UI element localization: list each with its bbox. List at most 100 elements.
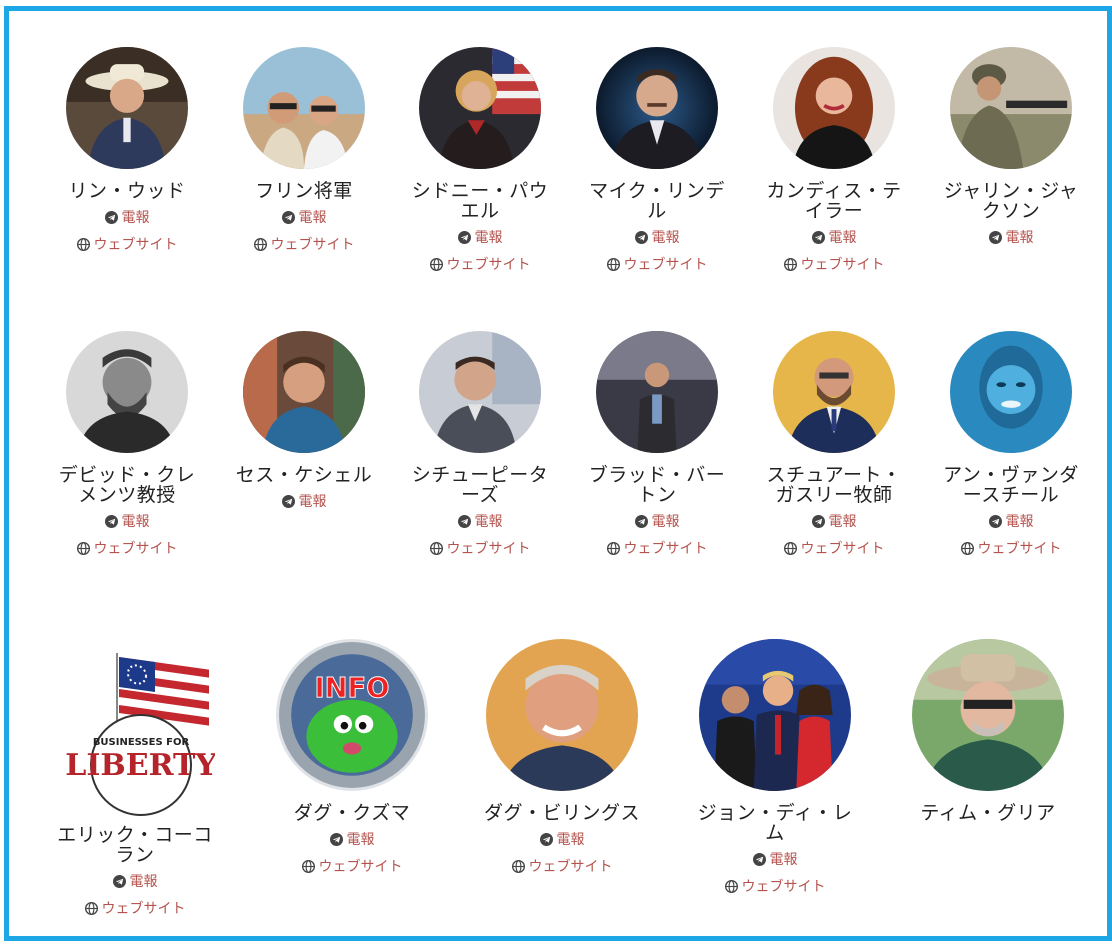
avatar[interactable] — [596, 47, 718, 169]
telegram-link[interactable]: 電報 — [941, 514, 1081, 532]
telegram-icon — [112, 875, 126, 892]
person-name: フリン将軍 — [255, 180, 353, 202]
website-link-label: ウェブサイト — [446, 541, 531, 557]
website-link[interactable]: ウェブサイト — [587, 541, 727, 559]
globe-icon — [606, 257, 620, 275]
person-name: シチューピーターズ — [411, 464, 549, 506]
person-card: マイク・リンデル 電報 ウェブサイト — [587, 47, 727, 275]
telegram-link[interactable]: 電報 — [49, 874, 221, 892]
telegram-link-label: 電報 — [121, 210, 150, 226]
website-link[interactable]: ウェブサイト — [234, 237, 374, 255]
person-name: カンディス・テイラー — [766, 180, 902, 222]
avatar[interactable] — [699, 639, 851, 791]
telegram-link-label: 電報 — [651, 514, 680, 530]
telegram-link-label: 電報 — [556, 832, 585, 848]
website-link[interactable]: ウェブサイト — [690, 879, 860, 897]
telegram-icon — [329, 833, 343, 850]
person-name: ジャリン・ジャクソン — [943, 180, 1079, 222]
website-link-label: ウェブサイト — [623, 257, 708, 273]
website-link[interactable]: ウェブサイト — [764, 257, 904, 275]
website-link[interactable]: ウェブサイト — [941, 541, 1081, 559]
telegram-icon — [457, 231, 471, 248]
logo-text-large: LIBERTY — [65, 748, 215, 783]
website-link-label: ウェブサイト — [318, 859, 403, 875]
globe-icon — [511, 859, 525, 877]
telegram-icon — [281, 211, 295, 228]
person-name: ジョン・ディ・レム — [697, 802, 853, 844]
telegram-link[interactable]: 電報 — [410, 230, 550, 248]
avatar[interactable] — [950, 331, 1072, 453]
person-name: スチュアート・ガスリー牧師 — [766, 464, 902, 506]
avatar[interactable] — [419, 331, 541, 453]
avatar[interactable] — [950, 47, 1072, 169]
telegram-link[interactable]: 電報 — [941, 230, 1081, 248]
avatar[interactable] — [773, 331, 895, 453]
telegram-link[interactable]: 電報 — [587, 514, 727, 532]
website-link-label: ウェブサイト — [93, 237, 178, 253]
website-link[interactable]: ウェブサイト — [587, 257, 727, 275]
telegram-icon — [634, 515, 648, 532]
person-name: アン・ヴァンダースチール — [943, 464, 1079, 506]
globe-icon — [429, 541, 443, 559]
telegram-link[interactable]: 電報 — [587, 230, 727, 248]
telegram-link[interactable]: 電報 — [690, 852, 860, 870]
telegram-link[interactable]: 電報 — [764, 230, 904, 248]
person-card: シドニー・パウエル 電報 ウェブサイト — [410, 47, 550, 275]
telegram-link[interactable]: 電報 — [267, 832, 437, 850]
logo-text-small: BUSINESSES FOR — [93, 737, 190, 748]
telegram-link-label: 電報 — [651, 230, 680, 246]
telegram-icon — [752, 853, 766, 870]
website-link-label: ウェブサイト — [101, 901, 186, 917]
telegram-icon — [104, 515, 118, 532]
website-link[interactable]: ウェブサイト — [57, 541, 197, 559]
telegram-link-label: 電報 — [828, 230, 857, 246]
website-link[interactable]: ウェブサイト — [764, 541, 904, 559]
telegram-icon — [539, 833, 553, 850]
person-card: リン・ウッド 電報 ウェブサイト — [57, 47, 197, 255]
telegram-link[interactable]: 電報 — [234, 210, 374, 228]
website-link[interactable]: ウェブサイト — [477, 859, 647, 877]
telegram-icon — [457, 515, 471, 532]
avatar[interactable] — [912, 639, 1064, 791]
telegram-icon — [104, 211, 118, 228]
website-link-label: ウェブサイト — [446, 257, 531, 273]
website-link[interactable]: ウェブサイト — [267, 859, 437, 877]
website-link[interactable]: ウェブサイト — [57, 237, 197, 255]
person-card: ティム・グリア — [903, 639, 1073, 823]
avatar[interactable] — [66, 331, 188, 453]
website-link[interactable]: ウェブサイト — [410, 257, 550, 275]
website-link-label: ウェブサイト — [270, 237, 355, 253]
website-link-label: ウェブサイト — [93, 541, 178, 557]
person-card: セス・ケシェル 電報 — [234, 331, 374, 512]
avatar[interactable] — [66, 47, 188, 169]
avatar[interactable] — [596, 331, 718, 453]
telegram-icon — [811, 515, 825, 532]
telegram-link[interactable]: 電報 — [410, 514, 550, 532]
person-name: シドニー・パウエル — [411, 180, 549, 222]
telegram-link-label: 電報 — [129, 874, 158, 890]
telegram-link[interactable]: 電報 — [57, 210, 197, 228]
website-link[interactable]: ウェブサイト — [49, 901, 221, 919]
telegram-link-label: 電報 — [298, 494, 327, 510]
telegram-link[interactable]: 電報 — [57, 514, 197, 532]
globe-icon — [429, 257, 443, 275]
person-name: リン・ウッド — [68, 180, 186, 202]
telegram-link[interactable]: 電報 — [764, 514, 904, 532]
website-link[interactable]: ウェブサイト — [410, 541, 550, 559]
avatar[interactable] — [243, 331, 365, 453]
avatar[interactable] — [419, 47, 541, 169]
person-card: カンディス・テイラー 電報 ウェブサイト — [764, 47, 904, 275]
person-card: ダグ・ビリングス 電報 ウェブサイト — [477, 639, 647, 877]
globe-icon — [783, 541, 797, 559]
telegram-link[interactable]: 電報 — [234, 494, 374, 512]
person-name: エリック・コーコラン — [57, 824, 213, 866]
avatar[interactable] — [243, 47, 365, 169]
telegram-link[interactable]: 電報 — [477, 832, 647, 850]
avatar[interactable] — [773, 47, 895, 169]
telegram-link-label: 電報 — [1005, 514, 1034, 530]
logo[interactable]: INFO — [276, 639, 428, 791]
person-name: セス・ケシェル — [235, 464, 373, 486]
logo[interactable]: BUSINESSES FOR LIBERTY — [55, 647, 215, 817]
avatar[interactable] — [486, 639, 638, 791]
telegram-icon — [988, 231, 1002, 248]
